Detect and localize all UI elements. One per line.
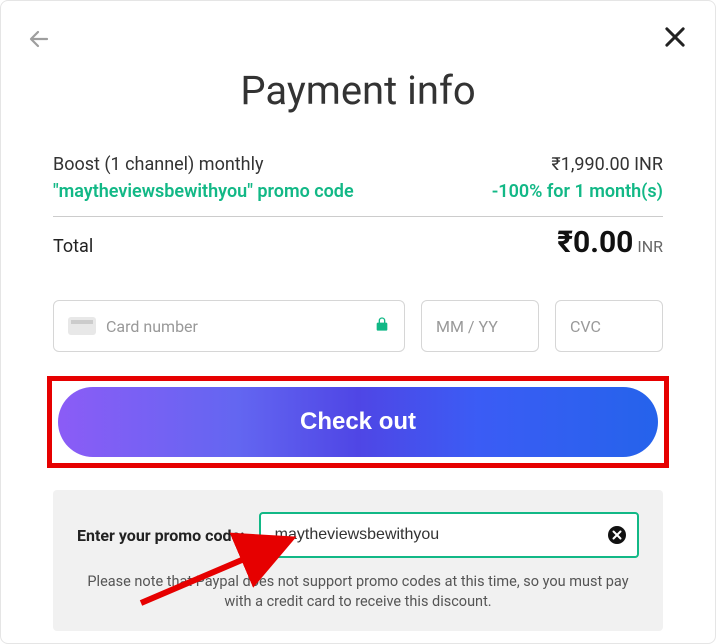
card-number-placeholder: Card number	[106, 317, 198, 336]
plan-line: Boost (1 channel) monthly ₹1,990.00 INR	[53, 154, 663, 175]
summary-divider	[53, 216, 663, 217]
credit-card-icon	[68, 317, 96, 335]
promo-discount-line: "maytheviewsbewithyou" promo code -100% …	[53, 181, 663, 210]
back-arrow-icon[interactable]	[27, 27, 51, 51]
total-label: Total	[53, 236, 93, 257]
lock-icon	[374, 315, 390, 337]
checkout-highlight-box: Check out	[47, 376, 669, 468]
checkout-button[interactable]: Check out	[58, 387, 658, 457]
promo-code-input[interactable]	[275, 526, 597, 544]
promo-discount-value: -100% for 1 month(s)	[492, 181, 663, 202]
card-cvc-input[interactable]: CVC	[555, 300, 663, 352]
promo-code-label: Enter your promo code:	[77, 526, 245, 545]
promo-code-input-wrap[interactable]	[259, 512, 639, 558]
total-amount: ₹0.00	[557, 225, 633, 260]
promo-applied-label: "maytheviewsbewithyou" promo code	[53, 181, 354, 202]
card-expiry-input[interactable]: MM / YY	[421, 300, 539, 352]
clear-promo-icon[interactable]	[607, 525, 627, 545]
promo-code-panel: Enter your promo code: Please note that …	[53, 490, 663, 631]
promo-note-text: Please note that Paypal does not support…	[77, 572, 639, 613]
total-currency: INR	[637, 237, 663, 256]
card-number-input[interactable]: Card number	[53, 300, 405, 352]
close-icon[interactable]	[661, 23, 689, 51]
expiry-placeholder: MM / YY	[436, 317, 498, 336]
cvc-placeholder: CVC	[570, 317, 601, 336]
total-line: Total ₹0.00INR	[53, 225, 663, 260]
page-title: Payment info	[53, 67, 663, 114]
plan-price: ₹1,990.00 INR	[551, 154, 663, 175]
plan-label: Boost (1 channel) monthly	[53, 154, 263, 175]
